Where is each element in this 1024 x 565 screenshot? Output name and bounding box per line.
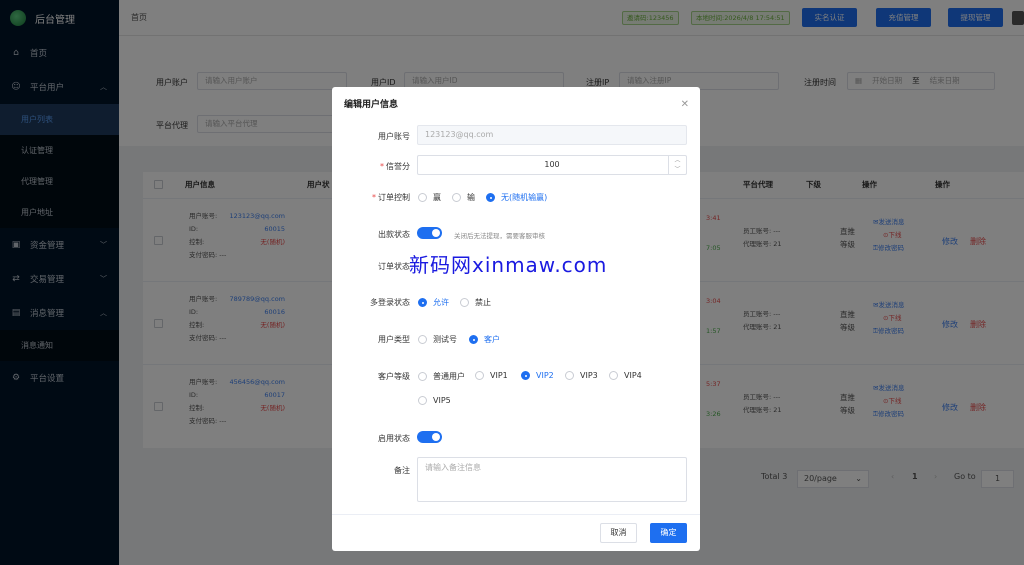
radio-circle [418,193,427,202]
dialog-footer: 取消 确定 [332,514,700,551]
account-label: 用户账号 [378,132,410,141]
type-test-radio[interactable]: 测试号 [418,334,457,345]
dialog-body: 用户账号 123123@qq.com * 信誉分 100 ︿ ﹀ * 订单控制 赢 输… [332,123,700,513]
radio-label: VIP5 [433,396,451,405]
site-watermark: 新码网xinmaw.com [409,253,608,277]
credit-stepper[interactable]: 100 ︿ ﹀ [417,155,687,175]
chevron-up-icon[interactable]: ︿ [669,156,686,165]
order-random-radio[interactable]: 无(随机输赢) [486,192,547,203]
remark-textarea[interactable]: 请输入备注信息 [417,457,687,502]
radio-label: VIP3 [580,371,598,380]
level-normal-radio[interactable]: 普通用户 [418,371,465,382]
close-icon[interactable]: ✕ [681,87,689,123]
level-vip4-radio[interactable]: VIP4 [609,371,642,380]
multi-allow-radio[interactable]: 允许 [418,297,449,308]
enable-status-label: 启用状态 [378,434,410,443]
radio-label: VIP4 [624,371,642,380]
chevron-down-icon[interactable]: ﹀ [669,165,686,174]
credit-label: * 信誉分 [380,161,410,172]
level-vip3-radio[interactable]: VIP3 [565,371,598,380]
dialog-header: 编辑用户信息 ✕ [332,87,700,123]
order-lose-radio[interactable]: 输 [452,192,475,203]
credit-value: 100 [544,160,560,169]
cancel-button[interactable]: 取消 [600,523,637,543]
radio-circle [521,371,530,380]
account-field: 123123@qq.com [417,125,687,145]
withdraw-status-toggle[interactable] [417,227,442,239]
radio-circle [418,372,427,381]
enable-status-toggle[interactable] [417,431,442,443]
radio-circle [565,371,574,380]
order-control-label: * 订单控制 [372,192,410,203]
level-vip1-radio[interactable]: VIP1 [475,371,508,380]
label-text: 信誉分 [386,162,410,171]
radio-label: VIP2 [536,371,554,380]
withdraw-hint: 关闭后无法提现，需要客服审核 [454,232,545,240]
radio-label: 无(随机输赢) [501,193,548,202]
user-type-label: 用户类型 [378,335,410,344]
radio-label: 普通用户 [433,372,465,381]
customer-level-label: 客户等级 [378,372,410,381]
radio-label: 输 [467,193,475,202]
required-mark: * [372,193,376,202]
multi-login-label: 多登录状态 [370,298,410,307]
radio-circle [418,396,427,405]
radio-circle [460,298,469,307]
withdraw-status-label: 出款状态 [378,230,410,239]
required-mark: * [380,162,384,171]
level-vip5-radio[interactable]: VIP5 [418,396,451,405]
multi-deny-radio[interactable]: 禁止 [460,297,491,308]
radio-circle [418,298,427,307]
dialog-title: 编辑用户信息 [344,100,399,110]
radio-circle [469,335,478,344]
radio-circle [475,371,484,380]
edit-user-dialog: 编辑用户信息 ✕ 用户账号 123123@qq.com * 信誉分 100 ︿ ﹀ … [332,87,700,551]
level-vip2-radio[interactable]: VIP2 [521,371,554,380]
radio-label: VIP1 [490,371,508,380]
radio-circle [609,371,618,380]
remark-label: 备注 [394,466,410,475]
radio-label: 测试号 [433,335,457,344]
radio-label: 允许 [433,298,449,307]
label-text: 订单控制 [378,193,410,202]
radio-label: 客户 [484,335,500,344]
radio-circle [452,193,461,202]
stepper-controls: ︿ ﹀ [668,156,686,174]
order-status-label: 订单状态 [378,262,410,271]
radio-circle [418,335,427,344]
radio-label: 赢 [433,193,441,202]
type-customer-radio[interactable]: 客户 [469,334,500,345]
confirm-button[interactable]: 确定 [650,523,687,543]
order-win-radio[interactable]: 赢 [418,192,441,203]
radio-label: 禁止 [475,298,491,307]
radio-circle [486,193,495,202]
